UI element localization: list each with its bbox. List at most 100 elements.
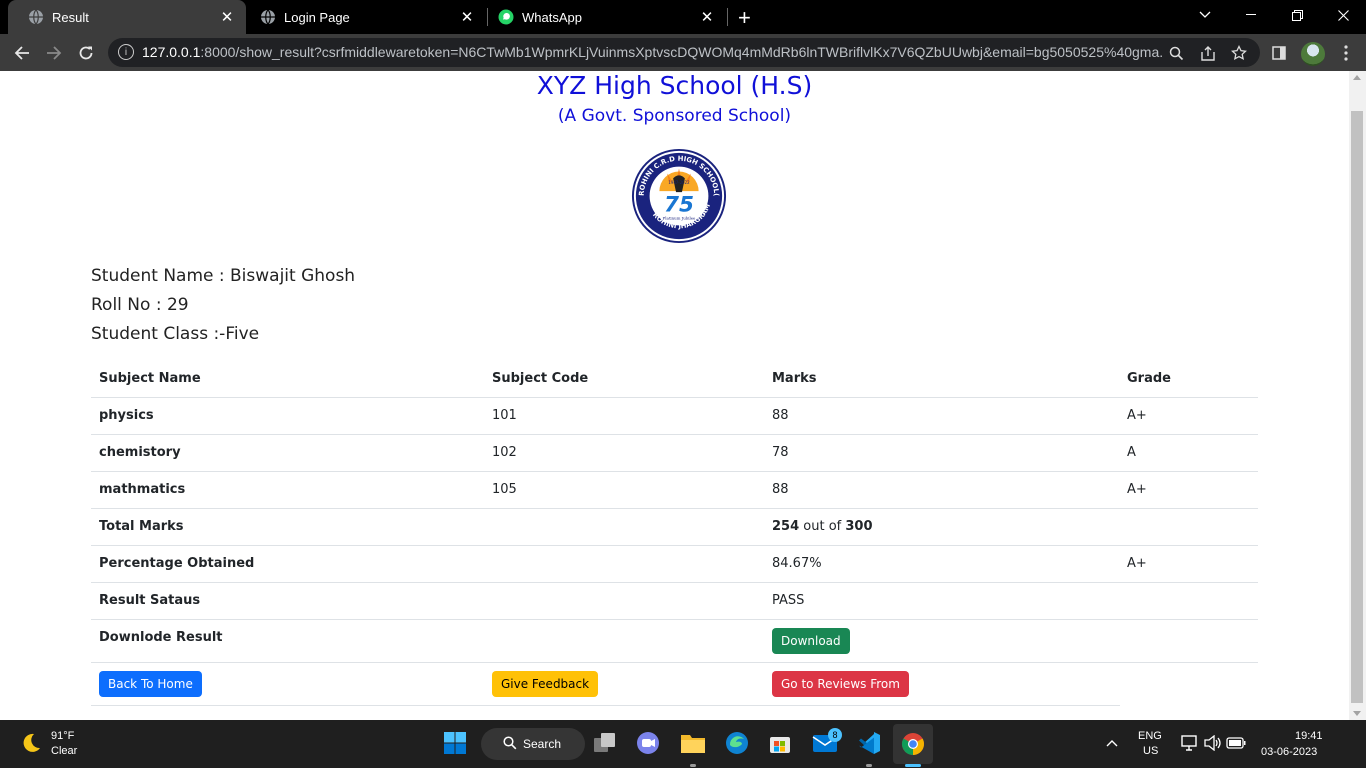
weather-temperature[interactable]: 91°F xyxy=(51,730,74,742)
forward-arrow-icon[interactable] xyxy=(41,40,67,66)
total-marks-row: Total Marks 254 out of 300 xyxy=(91,507,1258,545)
table-row: chemistory 102 78 A xyxy=(91,433,1258,471)
table-bottom-divider xyxy=(91,705,1120,706)
restore-icon[interactable] xyxy=(1274,0,1320,30)
close-tab-icon[interactable]: ✕ xyxy=(698,8,716,26)
bookmark-star-icon[interactable] xyxy=(1229,43,1249,63)
tab-title: Login Page xyxy=(284,9,350,25)
browser-toolbar: i 127.0.0.1:8000/show_result?csrfmiddlew… xyxy=(0,34,1366,71)
table-header-row: Subject Name Subject Code Marks Grade xyxy=(91,360,1258,397)
vscode-icon[interactable] xyxy=(855,729,883,757)
url-text[interactable]: 127.0.0.1:8000/show_result?csrfmiddlewar… xyxy=(142,44,1162,60)
back-arrow-icon[interactable] xyxy=(9,40,35,66)
empty-cell xyxy=(484,507,764,545)
student-name: Student Name : Biswajit Ghosh xyxy=(91,266,356,286)
reload-icon[interactable] xyxy=(73,40,99,66)
browser-tab-strip: Result ✕ Login Page ✕ WhatsApp ✕ + xyxy=(0,0,1366,34)
show-hidden-icons-chevron-icon[interactable] xyxy=(1098,729,1126,757)
subject-code: 101 xyxy=(484,396,764,434)
percentage-grade: A+ xyxy=(1119,544,1258,582)
empty-cell xyxy=(484,544,764,582)
percentage-value: 84.67% xyxy=(764,544,1119,582)
go-to-reviews-button[interactable]: Go to Reviews From xyxy=(772,670,909,697)
minimize-icon[interactable] xyxy=(1228,0,1274,30)
tab-result[interactable]: Result ✕ xyxy=(8,0,246,34)
table-row: mathmatics 105 88 A+ xyxy=(91,470,1258,508)
close-window-icon[interactable] xyxy=(1320,0,1366,30)
subject-marks: 88 xyxy=(764,470,1119,508)
result-table: Subject Name Subject Code Marks Grade ph… xyxy=(91,360,1258,705)
weather-description[interactable]: Clear xyxy=(51,745,77,757)
empty-cell xyxy=(484,581,764,619)
tab-whatsapp[interactable]: WhatsApp ✕ xyxy=(488,0,726,34)
subject-name: physics xyxy=(91,396,484,434)
download-row: Downlode Result Download xyxy=(91,618,1258,662)
logo-caption: Platinum Jubilee xyxy=(663,216,696,221)
clock-date[interactable]: 03-06-2023 xyxy=(1261,746,1317,758)
subject-name: chemistory xyxy=(91,433,484,471)
close-tab-icon[interactable]: ✕ xyxy=(458,8,476,26)
new-tab-button[interactable]: + xyxy=(738,5,751,31)
result-status-value: PASS xyxy=(764,581,1119,619)
clock-time[interactable]: 19:41 xyxy=(1295,730,1323,742)
empty-cell xyxy=(1119,507,1258,545)
tab-separator xyxy=(727,8,728,26)
url-host: 127.0.0.1 xyxy=(142,44,201,60)
teams-chat-icon[interactable] xyxy=(634,729,662,757)
close-tab-icon[interactable]: ✕ xyxy=(218,8,236,26)
microsoft-store-icon[interactable] xyxy=(766,729,794,757)
school-logo: ROHINI C.R.D HIGH SCHOOL(H.S) ROHINI JHA… xyxy=(630,147,727,244)
tab-login-page[interactable]: Login Page ✕ xyxy=(248,0,486,34)
language-indicator[interactable]: ENG US xyxy=(1138,730,1162,757)
subject-marks: 88 xyxy=(764,396,1119,434)
battery-icon[interactable] xyxy=(1222,729,1250,757)
taskbar-search[interactable]: Search xyxy=(481,728,585,760)
edge-browser-icon[interactable] xyxy=(723,729,751,757)
logo-years: 1947-2022 xyxy=(668,180,690,185)
total-obtained: 254 xyxy=(772,519,800,534)
address-bar[interactable]: i 127.0.0.1:8000/show_result?csrfmiddlew… xyxy=(108,38,1260,67)
back-to-home-button[interactable]: Back To Home xyxy=(99,670,202,697)
tab-title: WhatsApp xyxy=(522,9,582,25)
download-button[interactable]: Download xyxy=(772,627,850,654)
zoom-search-icon[interactable] xyxy=(1166,43,1186,63)
whatsapp-icon xyxy=(498,9,514,25)
site-info-icon[interactable]: i xyxy=(118,44,134,60)
total-max: 300 xyxy=(845,519,873,534)
give-feedback-button[interactable]: Give Feedback xyxy=(492,670,599,697)
url-path: :8000/show_result?csrfmiddlewaretoken=N6… xyxy=(200,44,1162,60)
chrome-icon[interactable] xyxy=(893,724,933,764)
task-view-icon[interactable] xyxy=(591,729,619,757)
windows-start-icon[interactable] xyxy=(441,729,469,757)
percentage-row: Percentage Obtained 84.67% A+ xyxy=(91,544,1258,582)
empty-cell xyxy=(1119,618,1258,662)
download-cell: Download xyxy=(764,618,1119,662)
header-subject-name: Subject Name xyxy=(99,370,201,386)
subject-grade: A+ xyxy=(1119,470,1258,508)
table-row: physics 101 88 A+ xyxy=(91,396,1258,434)
scroll-up-arrow-icon[interactable] xyxy=(1353,75,1361,80)
page-scrollbar[interactable] xyxy=(1349,71,1366,720)
reviews-cell: Go to Reviews From xyxy=(764,661,1119,705)
subject-code: 102 xyxy=(484,433,764,471)
moon-weather-icon[interactable] xyxy=(20,732,42,754)
tab-title: Result xyxy=(52,9,89,25)
share-icon[interactable] xyxy=(1198,43,1218,63)
subject-code: 105 xyxy=(484,470,764,508)
file-explorer-icon[interactable] xyxy=(679,729,707,757)
scroll-down-arrow-icon[interactable] xyxy=(1353,711,1361,716)
empty-cell xyxy=(1119,581,1258,619)
running-indicator xyxy=(690,764,696,767)
tab-search-chevron-icon[interactable] xyxy=(1182,0,1228,30)
download-result-label: Downlode Result xyxy=(91,618,484,662)
language-code: ENG xyxy=(1138,730,1162,742)
more-menu-icon[interactable] xyxy=(1335,42,1357,64)
result-status-row: Result Sataus PASS xyxy=(91,581,1258,619)
search-label: Search xyxy=(523,737,562,751)
side-panel-icon[interactable] xyxy=(1268,42,1290,64)
scroll-thumb[interactable] xyxy=(1351,111,1363,703)
profile-avatar[interactable] xyxy=(1301,42,1325,66)
subject-marks: 78 xyxy=(764,433,1119,471)
header-grade: Grade xyxy=(1127,370,1171,386)
student-class: Student Class :-Five xyxy=(91,324,260,344)
